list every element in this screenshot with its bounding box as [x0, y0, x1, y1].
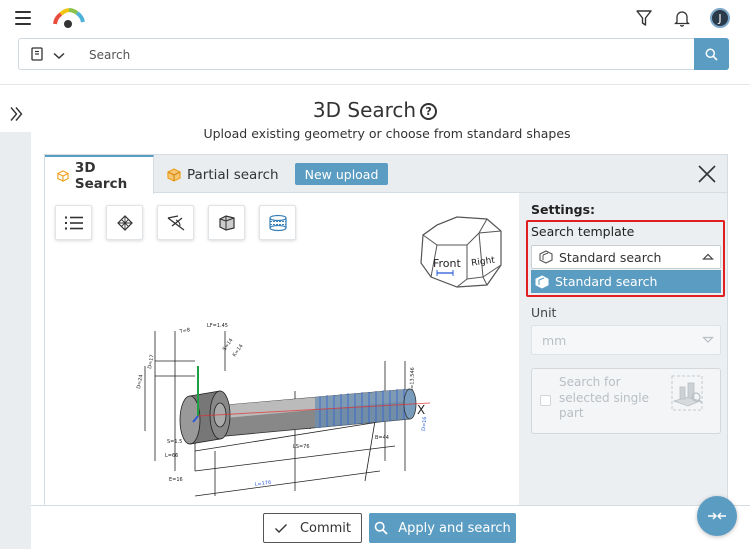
page-title-row: 3D Search?	[0, 98, 750, 122]
template-icon	[535, 274, 549, 289]
layers-icon[interactable]	[259, 205, 296, 240]
search-icon	[374, 521, 388, 535]
bell-icon[interactable]	[672, 8, 692, 28]
settings-title: Settings:	[531, 202, 596, 217]
chevron-up-icon	[702, 253, 714, 260]
angle-icon[interactable]	[157, 205, 194, 240]
svg-text:LS=76: LS=76	[293, 444, 310, 450]
new-upload-button[interactable]: New upload	[295, 163, 388, 185]
search-template-option[interactable]: Standard search	[531, 270, 721, 293]
partial-cube-icon	[167, 167, 181, 182]
svg-text:L=66: L=66	[165, 453, 178, 459]
cylinder-icon[interactable]	[208, 205, 245, 240]
collapse-fab-button[interactable]	[697, 496, 737, 536]
svg-text:D=17: D=17	[147, 354, 155, 369]
commit-label: Commit	[299, 520, 352, 536]
tab-strip: 3D Search Partial search New upload	[45, 155, 727, 194]
svg-text:E=16: E=16	[169, 477, 183, 483]
svg-text:LF=1.45: LF=1.45	[207, 323, 228, 329]
chevron-down-icon	[702, 336, 714, 343]
view-cube[interactable]: Front Right	[417, 215, 507, 295]
search-template-label: Search template	[531, 224, 635, 239]
page-title: 3D Search	[312, 98, 417, 122]
search-template-option-label: Standard search	[555, 274, 658, 289]
search-input[interactable]: Search	[89, 48, 130, 62]
apply-and-search-button[interactable]: Apply and search	[369, 513, 516, 543]
search-button[interactable]	[694, 38, 729, 70]
svg-text:S=14: S=14	[222, 337, 235, 352]
filter-icon[interactable]	[634, 8, 654, 28]
commit-button[interactable]: Commit	[263, 513, 362, 543]
unit-select[interactable]: mm	[531, 325, 721, 355]
settings-panel: Settings: Search template Standard searc…	[519, 193, 727, 548]
check-icon	[274, 523, 287, 533]
gauge-logo-icon[interactable]	[52, 8, 86, 32]
avatar[interactable]: J	[710, 8, 730, 28]
top-bar: J	[0, 0, 750, 36]
svg-text:L=176: L=176	[254, 480, 271, 488]
bolt-3d-drawing[interactable]: T=8 LF=1.45 D=17 D=24 S=14 K=14 LS=66 LS…	[135, 321, 480, 510]
chevron-down-icon[interactable]	[53, 49, 65, 64]
selected-part-option[interactable]: Search for selected single part	[531, 368, 721, 434]
catalog-icon[interactable]	[31, 47, 43, 65]
svg-text:X: X	[417, 403, 425, 417]
part-search-icon	[668, 373, 706, 417]
tab-partial-search[interactable]: Partial search	[155, 155, 291, 194]
svg-text:D=24: D=24	[136, 374, 144, 389]
search-bar[interactable]: Search	[18, 38, 729, 70]
template-icon	[539, 250, 553, 264]
search-panel: 3D Search Partial search New upload Fron…	[44, 154, 728, 549]
bottom-action-bar: Commit Apply and search	[31, 505, 750, 549]
page-subtitle: Upload existing geometry or choose from …	[203, 126, 571, 141]
help-icon[interactable]: ?	[420, 103, 438, 120]
search-template-select[interactable]: Standard search	[531, 245, 721, 269]
avatar-initial: J	[718, 11, 722, 25]
svg-text:D=16: D=16	[421, 416, 428, 431]
selected-part-checkbox[interactable]	[540, 395, 551, 406]
apply-label: Apply and search	[398, 520, 511, 536]
mesh-icon[interactable]	[106, 205, 143, 240]
close-icon[interactable]	[697, 164, 717, 184]
selected-part-label: Search for selected single part	[559, 375, 649, 420]
unit-label: Unit	[531, 305, 557, 320]
search-icon	[705, 48, 718, 61]
divider	[0, 84, 750, 85]
cube-icon	[57, 169, 69, 182]
tool-row	[55, 205, 296, 240]
svg-text:B=44: B=44	[375, 435, 389, 441]
svg-text:T=8: T=8	[178, 327, 190, 335]
tab-3d-search[interactable]: 3D Search	[45, 155, 154, 194]
svg-text:S=1.5: S=1.5	[167, 439, 182, 445]
unit-value: mm	[542, 332, 567, 348]
svg-text:K=14: K=14	[232, 343, 245, 358]
tab-label: 3D Search	[74, 159, 128, 192]
search-template-value: Standard search	[559, 249, 662, 265]
viewcube-front-label: Front	[433, 257, 462, 270]
list-icon[interactable]	[55, 205, 92, 240]
hamburger-icon[interactable]	[15, 11, 31, 25]
left-rail	[0, 96, 31, 549]
arrow-collapse-icon	[708, 512, 726, 520]
tab-label: Partial search	[187, 166, 279, 183]
